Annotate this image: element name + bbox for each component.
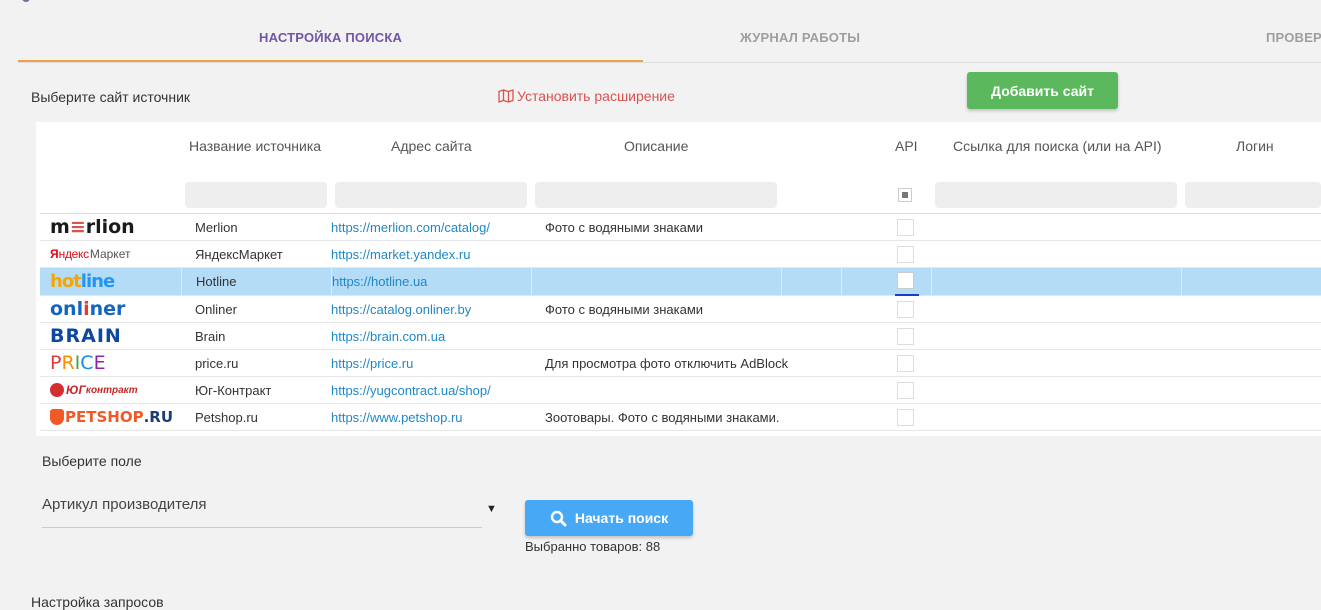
header-api[interactable]: API (895, 138, 918, 154)
install-extension-link[interactable]: Установить расширение (498, 88, 675, 104)
filter-search-link[interactable] (935, 182, 1177, 208)
field-select-value: Артикул производителя (42, 496, 207, 513)
source-name: Юг-Контракт (195, 383, 272, 398)
tab-check[interactable]: ПРОВЕР (1266, 30, 1321, 45)
api-checkbox[interactable] (897, 219, 914, 236)
field-select[interactable]: Артикул производителя (42, 490, 482, 528)
site-url-link[interactable]: https://brain.com.ua (331, 329, 445, 344)
yugcontract-logo: ЮГ контракт (50, 379, 138, 401)
filter-source-name[interactable] (185, 182, 327, 208)
header-login[interactable]: Логин (1236, 138, 1274, 154)
source-name: price.ru (195, 356, 239, 371)
site-url-link[interactable]: https://price.ru (331, 356, 413, 371)
install-extension-label: Установить расширение (517, 88, 675, 104)
api-checkbox[interactable] (897, 409, 914, 426)
api-checkbox[interactable] (897, 301, 914, 318)
header-search-link[interactable]: Ссылка для поиска (или на API) (953, 138, 1162, 154)
table-row[interactable]: BRAIN Brain https://brain.com.ua (40, 323, 1321, 350)
requests-section-title: Настройка запросов (31, 594, 164, 610)
dropdown-arrow-icon[interactable]: ▼ (486, 503, 497, 515)
source-name: Petshop.ru (195, 410, 258, 425)
table-row[interactable]: m ≡ rlion Merlion https://merlion.com/cata… (40, 214, 1321, 241)
filter-api-checkbox[interactable] (898, 188, 912, 202)
app-logo-fragment (22, 0, 30, 2)
tab-work-log[interactable]: ЖУРНАЛ РАБОТЫ (740, 30, 860, 45)
source-name: Hotline (196, 274, 237, 289)
source-description: Зоотовары. Фото с водяными знаками. (545, 410, 780, 425)
table-row[interactable]: Яндекс Маркет ЯндексМаркет https://market… (40, 241, 1321, 268)
api-checkbox[interactable] (897, 246, 914, 263)
api-checkbox[interactable] (897, 328, 914, 345)
map-icon (498, 89, 514, 103)
brain-logo: BRAIN (50, 325, 122, 347)
merlion-logo: m ≡ rlion (50, 216, 135, 238)
header-source-name[interactable]: Название источника (189, 138, 321, 154)
source-description: Для просмотра фото отключить AdBlock (545, 356, 789, 371)
search-icon (550, 510, 567, 526)
header-site-address[interactable]: Адрес сайта (391, 138, 472, 154)
source-description: Фото с водяными знаками (545, 220, 704, 235)
api-checkbox[interactable] (897, 382, 914, 399)
table-row[interactable]: onl i ner Onliner https://catalog.onliner.… (40, 296, 1321, 323)
table-row[interactable]: PRICE price.ru https://price.ru Для прос… (40, 350, 1321, 377)
table-row-selected[interactable]: hot line Hotline https://hotline.ua (40, 268, 1321, 296)
api-checkbox[interactable] (897, 355, 914, 372)
site-url-link[interactable]: https://catalog.onliner.by (331, 302, 471, 317)
source-name: Brain (195, 329, 226, 344)
start-search-label: Начать поиск (574, 510, 669, 526)
field-section-title: Выберите поле (42, 453, 142, 469)
table-row[interactable]: ЮГ контракт Юг-Контракт https://yugcontra… (40, 377, 1321, 404)
site-url-link[interactable]: https://merlion.com/catalog/ (331, 220, 490, 235)
source-description: Фото с водяными знаками (545, 302, 704, 317)
petshop-logo: PETSHOP .RU (50, 406, 173, 428)
tab-search-settings[interactable]: НАСТРОЙКА ПОИСКА (259, 30, 402, 45)
filter-login[interactable] (1185, 182, 1321, 208)
tab-bar: НАСТРОЙКА ПОИСКА ЖУРНАЛ РАБОТЫ ПРОВЕР (18, 14, 1321, 63)
header-description[interactable]: Описание (624, 138, 688, 154)
add-site-button[interactable]: Добавить сайт (967, 72, 1118, 109)
filter-description[interactable] (535, 182, 777, 208)
filter-site-address[interactable] (335, 182, 527, 208)
start-search-button[interactable]: Начать поиск (525, 500, 693, 536)
source-name: Onliner (195, 302, 237, 317)
onliner-logo: onl i ner (50, 298, 126, 320)
site-url-link[interactable]: https://hotline.ua (332, 274, 427, 289)
api-checkbox[interactable] (897, 272, 914, 289)
site-url-link[interactable]: https://yugcontract.ua/shop/ (331, 383, 491, 398)
active-tab-indicator (18, 60, 643, 62)
price-logo: PRICE (50, 352, 106, 374)
table-row[interactable]: PETSHOP .RU Petshop.ru https://www.petsho… (40, 404, 1321, 431)
hotline-logo: hot line (50, 270, 115, 292)
selected-count: Выбранно товаров: 88 (525, 539, 661, 554)
site-url-link[interactable]: https://market.yandex.ru (331, 247, 470, 262)
source-name: Merlion (195, 220, 238, 235)
source-section-title: Выберите сайт источник (31, 89, 191, 105)
yandex-market-logo: Яндекс Маркет (50, 247, 131, 261)
source-name: ЯндексМаркет (195, 247, 283, 262)
site-url-link[interactable]: https://www.petshop.ru (331, 410, 463, 425)
